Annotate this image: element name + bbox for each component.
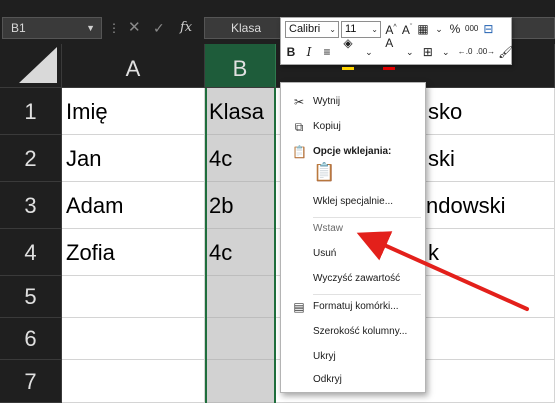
chevron-down-icon[interactable]: ⌄ [440, 43, 452, 61]
increase-decimal-icon[interactable]: ←.0 [458, 43, 473, 61]
cancel-entry-icon[interactable]: ✕ [128, 18, 141, 38]
row-header-5[interactable]: 5 [0, 276, 62, 318]
row-header-2[interactable]: 2 [0, 135, 62, 182]
cell-b3[interactable]: 2b [205, 182, 276, 229]
mini-toolbar-row-1: A^ Aˇ ▦ ⌄ % 000 ⊟ [385, 20, 494, 38]
menu-paste-options-label: Opcje wklejania: [313, 146, 392, 157]
font-name-select[interactable]: Calibri ⌄ [285, 21, 339, 38]
formula-value: Klasa [231, 21, 262, 35]
mini-toolbar-row-2: B I ≡ ◈ ⌄ A ⌄ ⊞ ⌄ ←.0 .00→ 🖌 [285, 36, 513, 70]
menu-item-cut[interactable]: ✂ Wytnij [281, 91, 425, 113]
cell-a7[interactable] [62, 360, 205, 403]
row-header-7[interactable]: 7 [0, 360, 62, 403]
cell-a3[interactable]: Adam [62, 182, 205, 229]
menu-item-insert[interactable]: Wstaw [281, 218, 425, 240]
menu-item-insert-label: Wstaw [313, 223, 343, 234]
cell-a2[interactable]: Jan [62, 135, 205, 182]
format-cells-icon: ▤ [293, 300, 305, 314]
menu-item-format-cells[interactable]: ▤ Formatuj komórki... [281, 296, 425, 318]
copy-icon: ⧉ [294, 120, 304, 134]
font-color-icon[interactable]: A [381, 34, 398, 70]
cell-b4[interactable]: 4c [205, 229, 276, 276]
menu-separator [313, 294, 421, 295]
merge-center-icon[interactable]: ⊟ [482, 20, 494, 38]
cell-b2[interactable]: 4c [205, 135, 276, 182]
chevron-down-icon[interactable]: ⌄ [363, 43, 375, 61]
chevron-down-icon[interactable]: ⌄ [433, 20, 445, 38]
cell-b6[interactable] [205, 318, 276, 360]
format-painter-icon[interactable]: 🖌 [498, 43, 513, 61]
borders-icon[interactable]: ⊞ [422, 43, 434, 61]
chevron-down-icon[interactable]: ⌄ [404, 43, 416, 61]
scissors-icon: ✂ [293, 95, 305, 109]
select-all-corner[interactable] [0, 44, 62, 88]
menu-item-column-width[interactable]: Szerokość kolumny... [281, 321, 425, 343]
paste-icon: 📋 [292, 145, 307, 159]
cell-a5[interactable] [62, 276, 205, 318]
decrease-decimal-icon[interactable]: .00→ [476, 43, 495, 61]
chevron-down-icon[interactable]: ⌄ [371, 22, 378, 37]
menu-item-cut-label: Wytnij [313, 96, 341, 107]
cell-a4[interactable]: Zofia [62, 229, 205, 276]
select-all-triangle-icon [19, 47, 57, 83]
context-menu: ✂ Wytnij ⧉ Kopiuj 📋 Opcje wklejania: 📋 W… [280, 82, 426, 393]
menu-item-clear-contents[interactable]: Wyczyść zawartość [281, 268, 425, 290]
font-name-value: Calibri [289, 23, 321, 35]
menu-item-clear-contents-label: Wyczyść zawartość [313, 273, 401, 284]
formula-bar-grip-icon: ⋮ [108, 21, 120, 35]
row-header-4[interactable]: 4 [0, 229, 62, 276]
menu-item-unhide-label: Odkryj [313, 374, 342, 385]
menu-item-paste-special-label: Wklej specjalnie... [313, 196, 394, 207]
menu-paste-options-header: 📋 Opcje wklejania: [281, 141, 425, 163]
row-header-3[interactable]: 3 [0, 182, 62, 229]
row-header-1[interactable]: 1 [0, 88, 62, 135]
name-box[interactable]: B1 ▼ [2, 17, 102, 39]
cell-a1[interactable]: Imię [62, 88, 205, 135]
menu-item-format-cells-label: Formatuj komórki... [313, 301, 399, 312]
cell-b5[interactable] [205, 276, 276, 318]
accounting-format-icon[interactable]: ▦ [417, 20, 429, 38]
chevron-down-icon[interactable]: ⌄ [329, 22, 336, 37]
fill-color-icon[interactable]: ◈ [339, 34, 357, 70]
chevron-down-icon[interactable]: ▼ [86, 18, 95, 38]
decrease-font-size-icon[interactable]: Aˇ [401, 19, 413, 39]
comma-style-icon[interactable]: 000 [465, 20, 478, 38]
menu-item-copy[interactable]: ⧉ Kopiuj [281, 116, 425, 138]
menu-item-copy-label: Kopiuj [313, 121, 341, 132]
column-header-b[interactable]: B [205, 44, 276, 88]
mini-toolbar: Calibri ⌄ 11 ⌄ A^ Aˇ ▦ ⌄ % 000 ⊟ B I ≡ ◈… [280, 17, 513, 70]
column-header-a[interactable]: A [62, 44, 205, 88]
bold-icon[interactable]: B [285, 43, 297, 61]
percent-style-icon[interactable]: % [449, 20, 461, 38]
menu-item-column-width-label: Szerokość kolumny... [313, 326, 408, 337]
cell-a6[interactable] [62, 318, 205, 360]
align-center-icon[interactable]: ≡ [321, 43, 333, 61]
cell-b1[interactable]: Klasa [205, 88, 276, 135]
row-header-6[interactable]: 6 [0, 318, 62, 360]
italic-icon[interactable]: I [303, 43, 315, 61]
menu-item-hide[interactable]: Ukryj [281, 346, 425, 368]
menu-item-hide-label: Ukryj [313, 351, 336, 362]
confirm-entry-icon[interactable]: ✓ [153, 18, 165, 38]
menu-item-delete-label: Usuń [313, 248, 337, 259]
menu-item-delete[interactable]: Usuń [281, 243, 425, 265]
cell-b7[interactable] [205, 360, 276, 403]
insert-function-icon[interactable]: fx [180, 18, 192, 38]
paste-option-icon[interactable]: 📋 [313, 161, 335, 183]
menu-item-paste-special[interactable]: Wklej specjalnie... [281, 191, 425, 213]
name-box-value: B1 [11, 21, 26, 35]
menu-item-unhide[interactable]: Odkryj [281, 369, 425, 391]
